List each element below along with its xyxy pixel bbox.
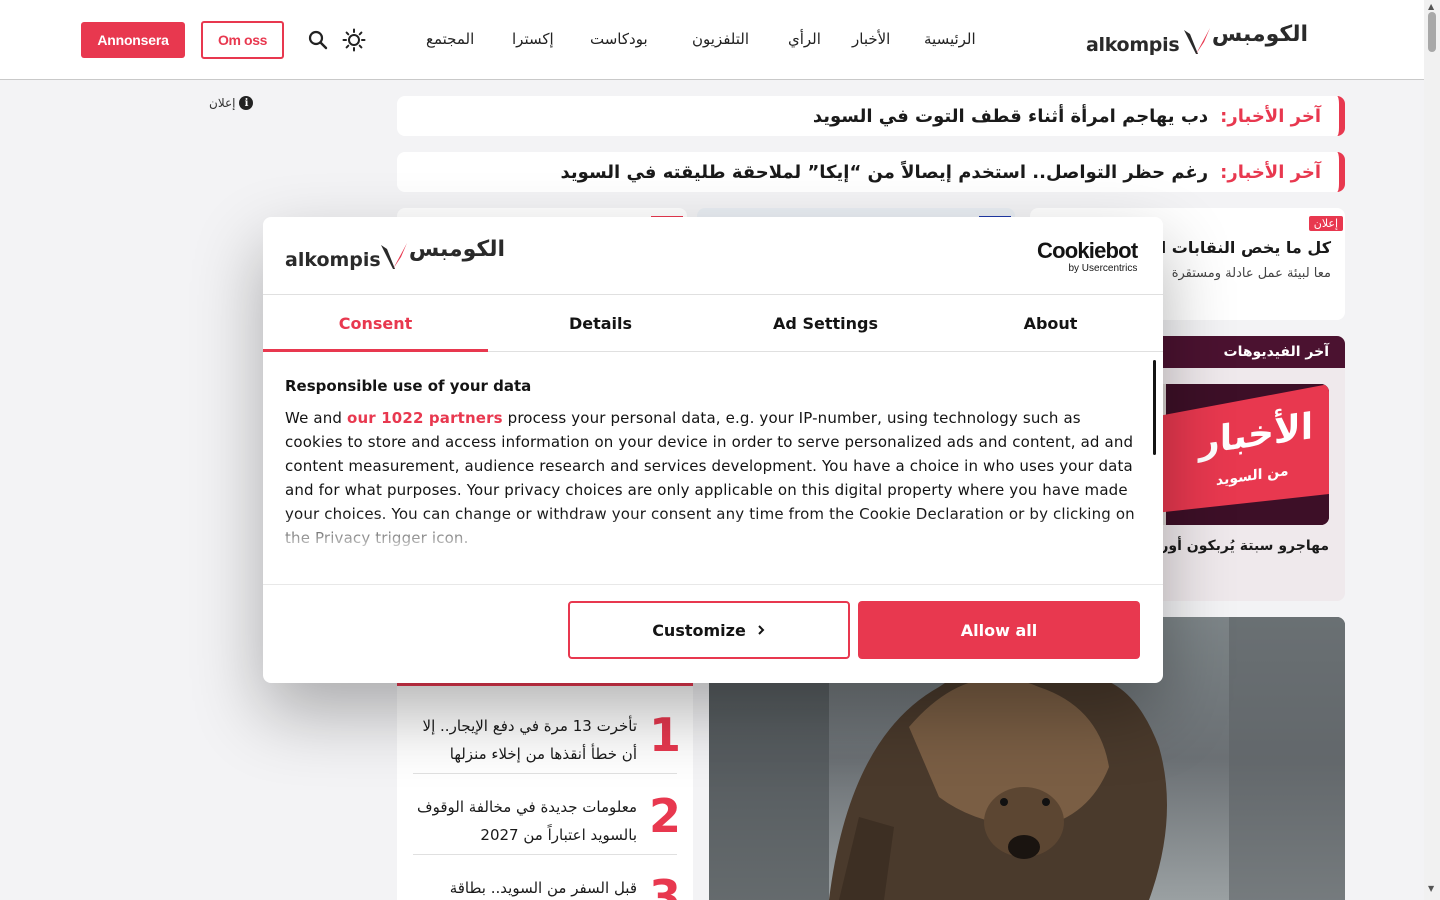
nav-item-home[interactable]: الرئيسية <box>924 30 976 48</box>
modal-site-logo: alkompis الكومبس <box>285 237 505 273</box>
most-read-list: 1 تأخرت 13 مرة في دفع الإيجار.. إلا أن خ… <box>397 682 693 900</box>
list-item-number: 2 <box>648 789 681 843</box>
cookie-consent-dialog: alkompis الكومبس Cookiebot by Usercentri… <box>263 217 1163 683</box>
cookiebot-logo[interactable]: Cookiebot by Usercentrics <box>1037 238 1138 275</box>
cookiebot-wordmark: Cookiebot <box>1037 238 1138 263</box>
logo-mark-icon <box>381 243 407 269</box>
scroll-down-arrow-icon[interactable]: ▼ <box>1428 884 1434 893</box>
sponsored-subtitle: معا لبيئة عمل عادلة ومستقرة <box>1171 266 1331 281</box>
consent-text-intro: We and <box>285 409 347 427</box>
list-item-title[interactable]: تأخرت 13 مرة في دفع الإيجار.. إلا أن خطأ… <box>417 712 637 768</box>
tab-consent[interactable]: Consent <box>263 295 488 352</box>
nav-item-news[interactable]: الأخبار <box>852 30 890 48</box>
info-icon[interactable]: i <box>239 96 254 110</box>
customize-button[interactable]: Customize <box>568 601 850 659</box>
list-item-number: 3 <box>648 870 681 900</box>
modal-logo-latin: alkompis <box>285 249 381 271</box>
cookiebot-byline: by Usercentrics <box>1068 263 1138 274</box>
site-logo[interactable]: alkompis الكومبس <box>1086 22 1308 58</box>
list-item[interactable]: 2 معلومات جديدة في مخالفة الوقوف بالسويد… <box>413 775 681 855</box>
breaking-label: آخر الأخبار: <box>1220 161 1321 183</box>
nav-item-community[interactable]: المجتمع <box>426 30 474 48</box>
scroll-up-arrow-icon[interactable]: ▲ <box>1428 2 1434 11</box>
sponsored-title[interactable]: كل ما يخص النقابات ا <box>1161 238 1331 257</box>
list-item[interactable]: 1 تأخرت 13 مرة في دفع الإيجار.. إلا أن خ… <box>413 694 681 774</box>
tab-ad-settings[interactable]: Ad Settings <box>713 295 938 351</box>
ad-label-text: إعلان <box>209 96 236 110</box>
annonsera-button[interactable]: Annonsera <box>81 22 185 58</box>
chevron-right-icon <box>758 625 765 635</box>
allow-all-button[interactable]: Allow all <box>858 601 1140 659</box>
nav-item-podcast[interactable]: بودكاست <box>590 30 648 48</box>
nav-item-tv[interactable]: التلفزيون <box>692 30 749 48</box>
partners-link[interactable]: our 1022 partners <box>347 409 503 427</box>
consent-tabs: Consent Details Ad Settings About <box>263 295 1163 352</box>
list-item[interactable]: 3 قبل السفر من السويد.. بطاقة <box>413 856 681 900</box>
ad-badge: إعلان <box>1308 216 1343 231</box>
breaking-label: آخر الأخبار: <box>1220 105 1321 127</box>
search-icon[interactable] <box>306 28 330 52</box>
page-scrollbar[interactable]: ▲ ▼ <box>1424 0 1440 900</box>
list-item-title[interactable]: قبل السفر من السويد.. بطاقة <box>417 874 637 900</box>
breaking-title[interactable]: رغم حظر التواصل.. استخدم إيصالاً من “إيك… <box>561 162 1209 183</box>
list-item-title[interactable]: معلومات جديدة في مخالفة الوقوف بالسويد ا… <box>417 793 637 849</box>
logo-arabic-text: الكومبس <box>1211 22 1308 47</box>
scrollbar-thumb[interactable] <box>1428 12 1436 52</box>
customize-button-label: Customize <box>652 620 746 640</box>
tab-about[interactable]: About <box>938 295 1163 351</box>
breaking-title[interactable]: دب يهاجم امرأة أثناء قطف التوت في السويد <box>813 106 1208 127</box>
nav-item-opinion[interactable]: الرأي <box>788 30 821 48</box>
logo-mark-icon <box>1184 28 1210 54</box>
om-oss-button[interactable]: Om oss <box>201 21 284 59</box>
divider <box>263 584 1163 585</box>
site-header: Annonsera Om oss الرئيسية الأخبار الرأي … <box>0 0 1424 80</box>
nav-item-extra[interactable]: إكسترا <box>512 30 554 48</box>
consent-heading: Responsible use of your data <box>285 377 532 395</box>
consent-scrollbar-thumb[interactable] <box>1153 360 1156 455</box>
breaking-news-bar[interactable]: آخر الأخبار: دب يهاجم امرأة أثناء قطف ال… <box>397 96 1345 136</box>
list-item-number: 1 <box>648 708 681 762</box>
sun-icon[interactable] <box>342 28 366 52</box>
modal-logo-arabic: الكومبس <box>408 237 505 262</box>
text-fade-overlay <box>263 513 1143 553</box>
logo-latin-text: alkompis <box>1086 34 1180 56</box>
ad-label: i إعلان <box>209 96 254 110</box>
tab-details[interactable]: Details <box>488 295 713 351</box>
breaking-news-bar[interactable]: آخر الأخبار: رغم حظر التواصل.. استخدم إي… <box>397 152 1345 192</box>
